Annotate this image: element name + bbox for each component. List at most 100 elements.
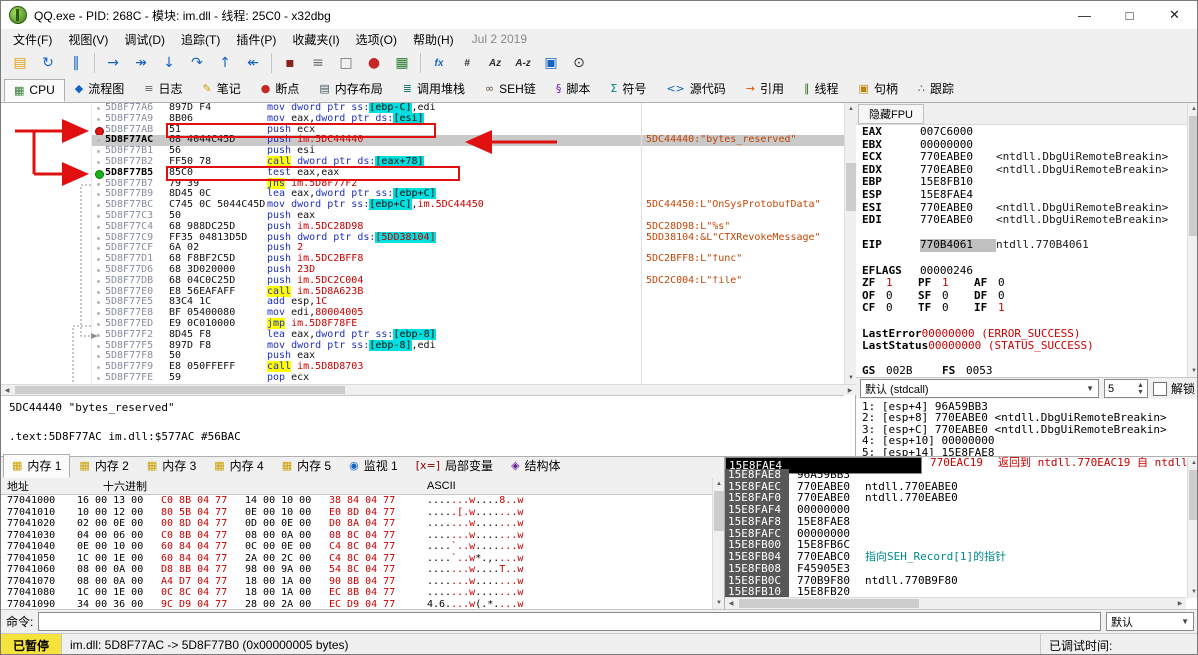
dump-rows[interactable]: 77041000 16 00 13 00 C0 8B 04 77 14 00 10 0… — [1, 495, 712, 610]
stack-row[interactable]: 15E8FAE8 96A59BB3 — [725, 468, 1186, 481]
dump-row[interactable]: 77041010 10 00 12 00 80 5B 04 77 0E 00 10 0… — [1, 507, 712, 519]
window-icon[interactable]: ▣ — [538, 50, 564, 76]
breakpoint-cell[interactable] — [91, 103, 105, 114]
stack-row[interactable]: 15E8FAF0 770EABE0 ntdll.770EABE0 — [725, 492, 1186, 504]
calling-convention-select[interactable]: 默认 (stdcall) ▼ — [860, 379, 1099, 398]
command-input[interactable] — [38, 612, 1101, 631]
case-icon[interactable]: A-z — [510, 50, 536, 76]
stack-row[interactable]: 15E8FB0C 770B9F80 ntdll.770B9F80 — [725, 574, 1186, 587]
tab-memory-map[interactable]: ▤ 内存布局 — [309, 76, 392, 102]
maximize-button[interactable]: □ — [1107, 1, 1152, 29]
disasm-row[interactable]: 5D8F77C4 68 988DC25D push im.5DC28D98 5DC28… — [1, 221, 844, 233]
breakpoint-cell[interactable] — [91, 308, 105, 319]
tab-locals[interactable]: [x=] 局部变量 — [407, 454, 502, 478]
breakpoint-cell[interactable] — [91, 146, 105, 157]
register-row[interactable]: EBP 15E8FB10 — [862, 176, 1187, 189]
pause-icon[interactable]: ‖ — [63, 50, 89, 76]
breakpoints-icon[interactable]: ● — [361, 50, 387, 76]
tab-notes[interactable]: ✎ 笔记 — [192, 76, 250, 102]
breakpoint-cell[interactable] — [91, 156, 105, 168]
log-icon[interactable]: ≡ — [305, 50, 331, 76]
menu-item[interactable]: 帮助(H) — [405, 29, 462, 50]
register-list[interactable]: EAX 007C6000 EBX 00000000 ECX 770EABE0 <ntdll.… — [856, 124, 1187, 377]
run-to-user-code-icon[interactable]: ↠ — [128, 50, 154, 76]
scroll-down-icon[interactable]: ▼ — [1188, 365, 1197, 377]
breakpoint-cell[interactable] — [91, 243, 105, 255]
stack-row[interactable]: 15E8FAF8 15E8FAE8 — [725, 515, 1186, 528]
breakpoint-cell[interactable] — [91, 124, 105, 136]
open-file-icon[interactable]: ▤ — [7, 50, 33, 76]
step-into-icon[interactable]: ↓ — [156, 50, 182, 76]
stack-row[interactable]: 15E8FAF4 00000000 — [725, 504, 1186, 516]
hash-icon[interactable]: # — [454, 50, 480, 76]
step-out-icon[interactable]: ↑ — [212, 50, 238, 76]
scroll-up-icon[interactable]: ▲ — [1188, 103, 1197, 115]
dump-row[interactable]: 77041080 1C 00 1E 00 0C 8C 04 77 18 00 1A 0… — [1, 587, 712, 599]
patches-icon[interactable]: ▪ — [277, 50, 303, 76]
stack-vscroll-thumb[interactable] — [1189, 470, 1197, 520]
arg-count-spinner[interactable]: 5 ▲ ▼ — [1103, 379, 1148, 398]
disasm-hscrollbar[interactable]: ◀ ▶ — [1, 384, 856, 395]
hide-fpu-button[interactable]: 隐藏FPU — [858, 103, 924, 124]
register-row[interactable]: OF 0 SF 0 DF 0 — [862, 289, 1187, 303]
command-scope-select[interactable]: 默认 ▼ — [1106, 612, 1194, 631]
menu-item[interactable]: 视图(V) — [60, 29, 116, 50]
scroll-left-icon[interactable]: ◀ — [725, 598, 737, 609]
registers-vscroll-thumb[interactable] — [1189, 116, 1197, 236]
search-icon[interactable]: ⊙ — [566, 50, 592, 76]
breakpoint-cell[interactable] — [91, 286, 105, 298]
disassembly-rows[interactable]: 5D8F77A6 897D F4 mov dword ptr ss:[ebp-C],… — [1, 103, 844, 384]
menu-item[interactable]: 追踪(T) — [173, 29, 228, 50]
stack-row[interactable]: 15E8FB08 F45905E3 — [725, 562, 1186, 575]
breakpoint-cell[interactable] — [91, 264, 105, 276]
tab-symbols[interactable]: Σ 符号 — [600, 76, 656, 102]
notes-icon[interactable]: □ — [333, 50, 359, 76]
scroll-left-icon[interactable]: ◀ — [1, 385, 13, 395]
assemble-icon[interactable]: Az — [482, 50, 508, 76]
tab-seh-chain[interactable]: ∞ SEH链 — [475, 76, 546, 102]
dump-row[interactable]: 77041040 0E 00 10 00 60 84 04 77 0C 00 0E 0… — [1, 541, 712, 553]
breakpoint-cell[interactable] — [91, 178, 105, 190]
spinner-arrows-icon[interactable]: ▲ ▼ — [1137, 382, 1144, 396]
tab-watch-1[interactable]: ◉ 监视 1 — [340, 454, 407, 478]
calculator-icon[interactable]: fx — [426, 50, 452, 76]
stack-row[interactable]: 15E8FB04 770EABC0 指向SEH_Record[1]的指针 — [725, 551, 1186, 563]
tab-dump-3[interactable]: ▦ 内存 3 — [138, 454, 205, 478]
disasm-hscroll-thumb[interactable] — [15, 386, 345, 394]
register-row[interactable]: ZF 1 PF 1 AF 0 — [862, 277, 1187, 290]
menu-item[interactable]: 文件(F) — [5, 29, 60, 50]
stack-row[interactable]: 15E8FB00 15E8FB6C — [725, 539, 1186, 551]
register-row[interactable]: GS 002B FS 0053 — [862, 365, 1187, 377]
disasm-vscrollbar[interactable]: ▲ ▼ — [844, 103, 856, 384]
breakpoint-cell[interactable] — [91, 372, 105, 384]
stack-row[interactable]: 15E8FAE4 770EAC19 返回到 ntdll.770EAC19 自 ntd… — [725, 457, 1186, 474]
tab-threads[interactable]: ∥ 线程 — [794, 76, 849, 102]
breakpoint-cell[interactable] — [91, 167, 105, 179]
register-row[interactable]: EFLAGS 00000246 — [862, 264, 1187, 278]
menu-item[interactable]: 收藏夹(I) — [284, 29, 347, 50]
register-row[interactable]: EIP 770B4061 ntdll.770B4061 — [862, 239, 1187, 252]
tab-script[interactable]: § 脚本 — [546, 76, 601, 102]
checkbox-icon[interactable] — [1152, 381, 1167, 396]
tab-dump-5[interactable]: ▦ 内存 5 — [273, 454, 340, 478]
run-icon[interactable]: → — [100, 50, 126, 76]
breakpoint-cell[interactable] — [91, 210, 105, 222]
tab-references[interactable]: → 引用 — [736, 76, 794, 102]
dump-row[interactable]: 77041030 04 00 06 00 C0 8B 04 77 08 00 0A 0… — [1, 530, 712, 542]
breakpoint-cell[interactable] — [91, 318, 105, 330]
register-row[interactable]: LastStatus00000000 (STATUS_SUCCESS) — [862, 339, 1187, 353]
disasm-vscroll-thumb[interactable] — [846, 163, 856, 211]
stack-vscrollbar[interactable]: ▲ ▼ — [1187, 457, 1197, 598]
tab-cpu[interactable]: ▦ CPU — [4, 79, 65, 102]
tab-dump-4[interactable]: ▦ 内存 4 — [205, 454, 272, 478]
tab-call-stack[interactable]: ≣ 调用堆栈 — [393, 76, 475, 102]
arguments-list[interactable]: 1: [esp+4] 96A59BB3 2: [esp+8] 770EABE0 <… — [856, 399, 1187, 457]
argument-row[interactable]: 4: [esp+10] 00000000 — [862, 435, 1187, 447]
stack-row[interactable]: 15E8FAFC 00000000 — [725, 527, 1186, 540]
breakpoint-cell[interactable] — [91, 362, 105, 373]
menu-item[interactable]: 插件(P) — [228, 29, 284, 50]
stack-row[interactable]: 15E8FAEC 770EABE0 ntdll.770EABE0 — [725, 480, 1186, 493]
memory-map-icon[interactable]: ▦ — [389, 50, 415, 76]
scroll-up-icon[interactable]: ▲ — [1188, 457, 1197, 469]
dump-row[interactable]: 77041060 08 00 0A 00 D8 8B 04 77 98 00 9A 0… — [1, 564, 712, 576]
